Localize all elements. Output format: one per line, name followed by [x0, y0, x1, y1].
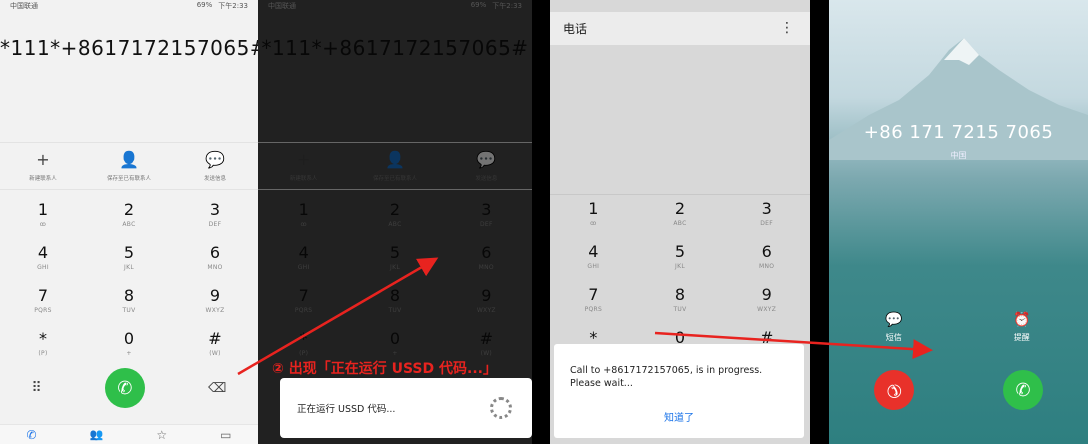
annotation-arrows [237, 257, 933, 376]
arrow-to-ussd [237, 257, 439, 376]
arrow-to-incoming [654, 331, 933, 360]
annotation-text: ② 出现「正在运行 USSD 代码...」 [272, 361, 497, 377]
